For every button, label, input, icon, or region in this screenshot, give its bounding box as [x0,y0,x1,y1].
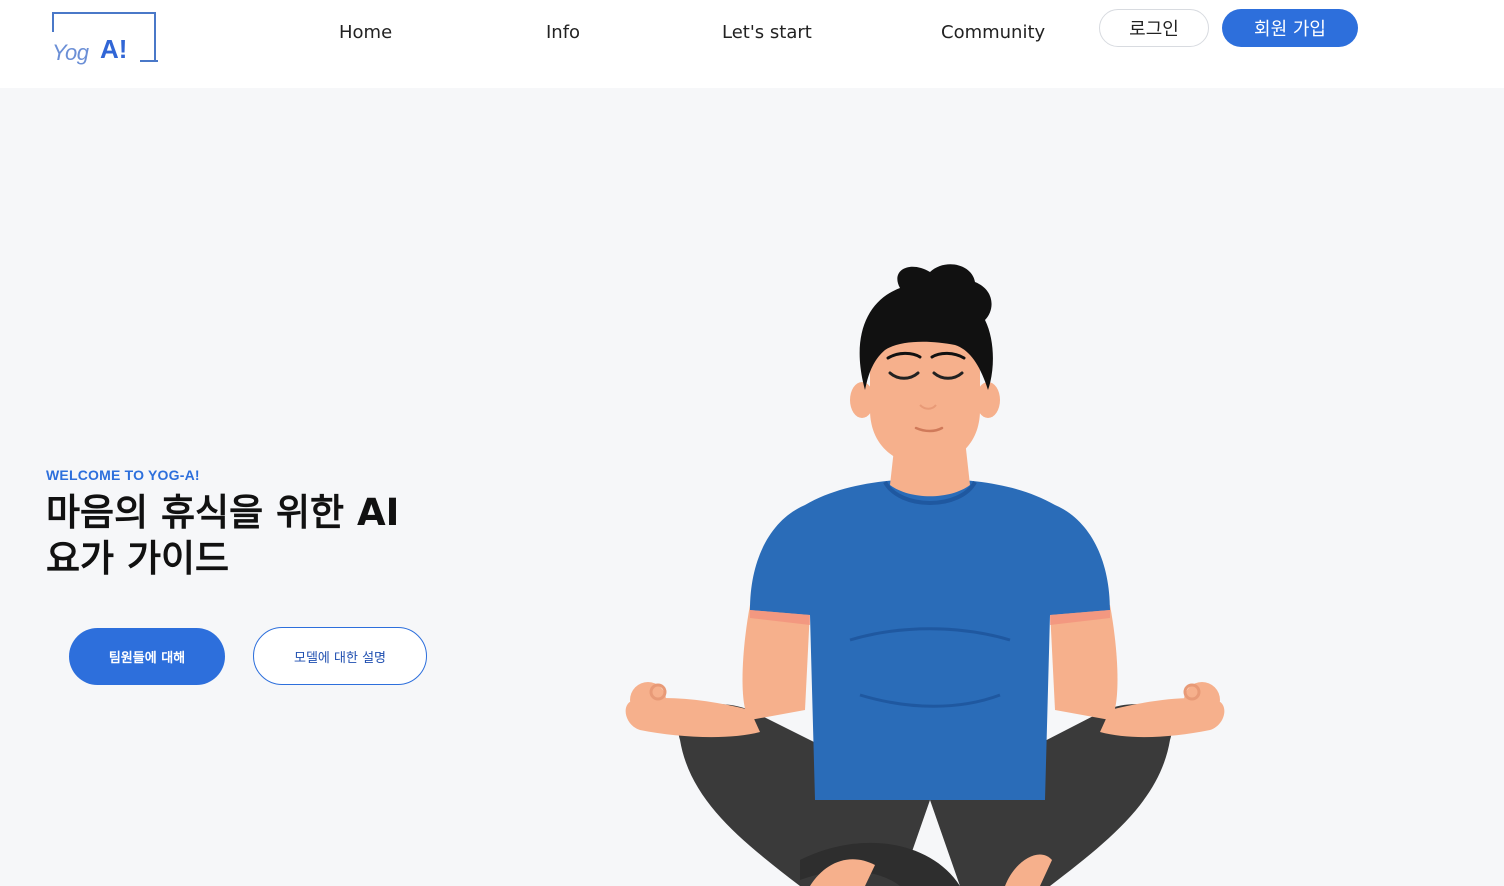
login-button[interactable]: 로그인 [1099,9,1209,47]
top-navbar: Yog A! Home Info Let's start Community 로… [0,0,1504,88]
hero-title: 마음의 휴식을 위한 AI 요가 가이드 [46,490,466,582]
team-members-button[interactable]: 팀원들에 대해 [69,628,225,685]
model-description-button[interactable]: 모델에 대한 설명 [253,627,427,685]
hero-title-line-1: 마음의 휴식을 위한 AI [46,491,400,534]
hero-eyebrow: WELCOME TO YOG-A! [46,467,200,483]
logo-frame-bottom [140,60,158,62]
meditating-person-illustration [625,264,1225,886]
nav-lets-start[interactable]: Let's start [722,22,812,43]
logo-frame-left [52,12,54,32]
nav-community[interactable]: Community [941,22,1045,43]
nav-home[interactable]: Home [339,22,392,43]
page: Yog A! Home Info Let's start Community 로… [0,0,1504,886]
logo-text-yog: Yog [52,40,89,65]
signup-button[interactable]: 회원 가입 [1222,9,1358,47]
logo[interactable]: Yog A! [50,10,160,66]
nav-info[interactable]: Info [546,22,580,43]
hero-title-line-2: 요가 가이드 [46,537,230,580]
logo-text-ai: A! [100,34,128,64]
